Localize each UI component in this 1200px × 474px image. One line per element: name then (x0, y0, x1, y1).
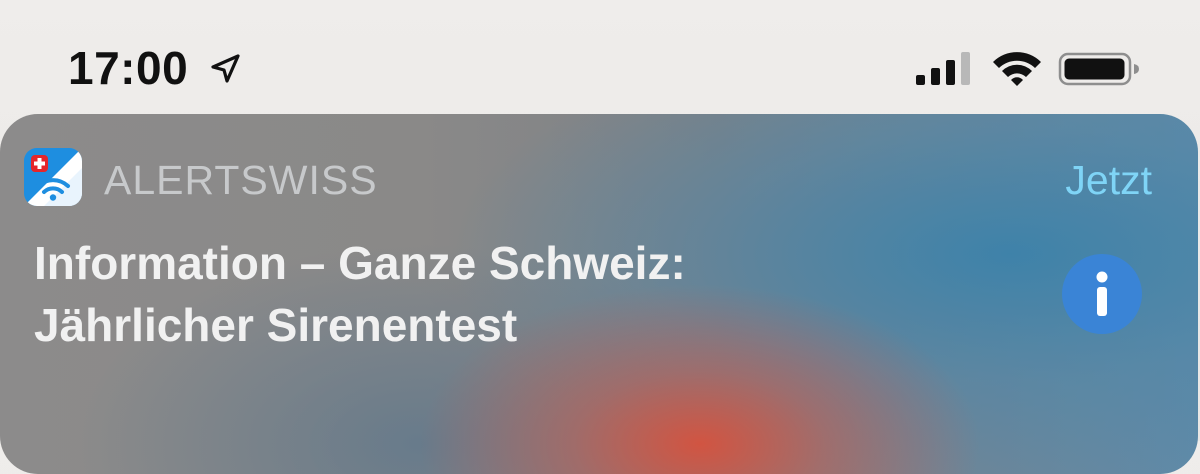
notification-message-line-2: Jährlicher Sirenentest (34, 299, 518, 351)
wifi-icon (993, 52, 1041, 86)
info-button[interactable] (1062, 254, 1142, 334)
battery-icon (1058, 52, 1139, 86)
alertswiss-app-icon (24, 148, 82, 206)
notification-message: Information – Ganze Schweiz: Jährlicher … (34, 232, 1014, 356)
notification-banner[interactable]: ALERTSWISS Jetzt Information – Ganze Sch… (0, 114, 1198, 474)
info-icon (1096, 271, 1108, 316)
notification-message-line-1: Information – Ganze Schweiz: (34, 237, 686, 289)
notification-timestamp: Jetzt (1065, 157, 1152, 203)
status-time: 17:00 (68, 42, 189, 94)
location-arrow-icon (211, 54, 240, 83)
status-bar: 17:00 (0, 0, 1200, 110)
cellular-signal-icon (916, 52, 970, 85)
app-name: ALERTSWISS (104, 157, 378, 203)
